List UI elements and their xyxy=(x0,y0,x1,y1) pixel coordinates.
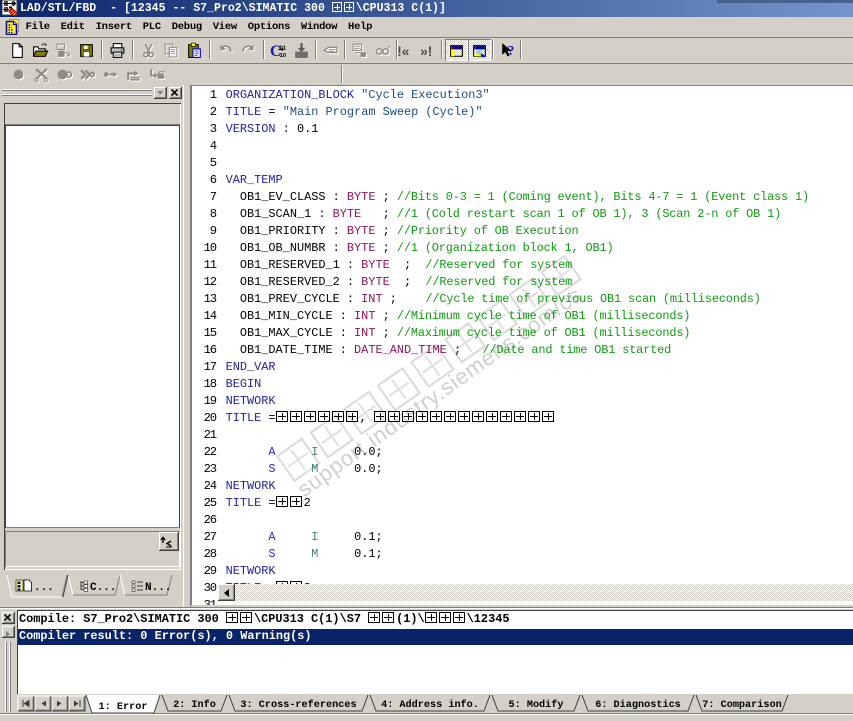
svg-text:3: Cross-references: 3: Cross-references xyxy=(240,699,356,711)
svg-text:10: 10 xyxy=(280,53,286,59)
svg-text:1: Error: 1: Error xyxy=(99,702,148,713)
svg-text:2: Info: 2: Info xyxy=(173,699,216,711)
svg-text:4: Address info.: 4: Address info. xyxy=(381,699,479,711)
svg-text:6: Diagnostics: 6: Diagnostics xyxy=(595,699,681,711)
svg-text:01: 01 xyxy=(280,45,287,51)
svg-text:C...: C... xyxy=(90,582,116,594)
svg-text:...: ... xyxy=(34,582,54,594)
svg-text:»!: »! xyxy=(420,43,432,59)
svg-text:!«: !« xyxy=(397,43,410,59)
svg-text:5: Modify: 5: Modify xyxy=(508,699,563,711)
svg-text:N...: N... xyxy=(145,582,171,594)
svg-text:7: Comparison: 7: Comparison xyxy=(702,699,781,711)
svg-text:?: ? xyxy=(508,43,515,58)
